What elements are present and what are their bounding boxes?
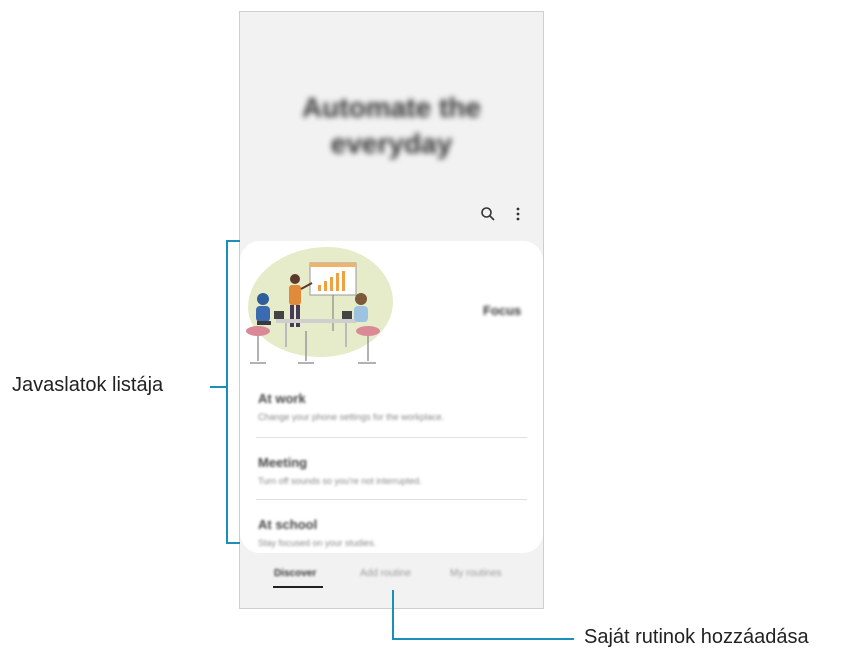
suggestion-item[interactable]: At work Change your phone settings for t… [258, 391, 525, 422]
tab-my-routines[interactable]: My routines [450, 568, 502, 579]
callout-bracket-bottom [226, 542, 240, 544]
callout-label-suggestions: Javaslatok listája [12, 374, 164, 396]
suggestion-desc: Turn off sounds so you're not interrupte… [258, 476, 422, 486]
suggestion-desc: Change your phone settings for the workp… [258, 412, 445, 422]
hero-title-line1: Automate the [302, 92, 481, 123]
callout-connector [210, 386, 226, 388]
suggestions-card: Focus At work Change your phone settings… [240, 241, 543, 553]
callout-line-horizontal [392, 638, 574, 640]
suggestion-item[interactable]: At school Stay focused on your studies. [258, 517, 525, 548]
hero-title: Automate the everyday [240, 90, 543, 162]
featured-label[interactable]: Focus [483, 303, 521, 318]
more-options-icon[interactable] [508, 204, 528, 224]
callout-bracket [226, 240, 228, 544]
tab-discover[interactable]: Discover [274, 568, 316, 579]
callout-bracket-top [226, 240, 240, 242]
suggestion-title: At work [258, 391, 306, 406]
callout-label-add-routine: Saját rutinok hozzáadása [584, 626, 809, 648]
hero-title-line2: everyday [330, 128, 453, 159]
bottom-tabs: Discover Add routine My routines [240, 568, 543, 590]
divider [256, 499, 527, 500]
callout-line-vertical [392, 590, 394, 640]
divider [256, 437, 527, 438]
tab-add-routine[interactable]: Add routine [360, 568, 411, 579]
suggestion-desc: Stay focused on your studies. [258, 538, 377, 548]
meeting-illustration-icon [246, 262, 380, 364]
phone-screen: Automate the everyday Focus At work Chan… [239, 11, 544, 609]
suggestion-item[interactable]: Meeting Turn off sounds so you're not in… [258, 455, 525, 486]
search-icon[interactable] [478, 204, 498, 224]
suggestion-title: Meeting [258, 455, 308, 470]
active-tab-indicator [273, 586, 323, 588]
suggestion-title: At school [258, 517, 318, 532]
